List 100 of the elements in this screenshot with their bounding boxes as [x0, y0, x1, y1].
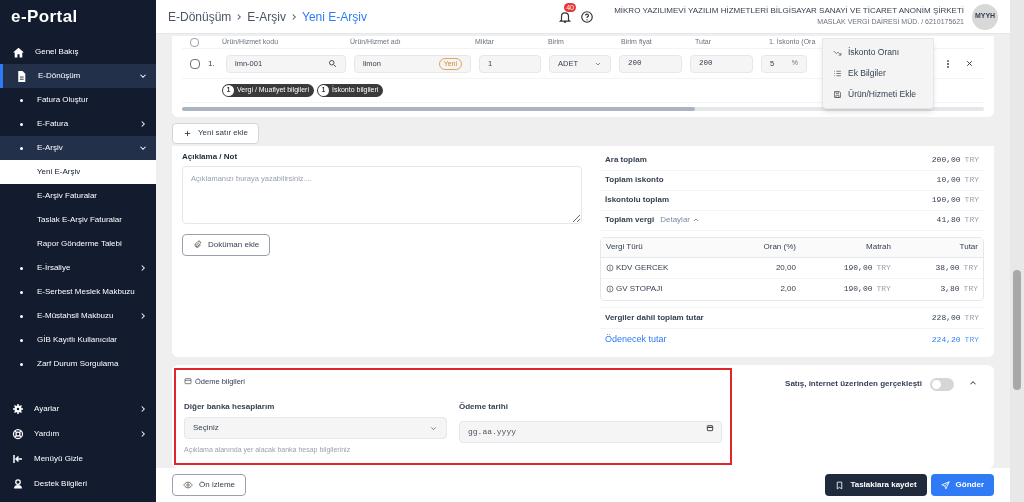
eye-icon [183, 480, 193, 490]
sidebar-item[interactable]: Ayarlar [0, 396, 156, 421]
date-field[interactable]: gg.aa.yyyy [459, 420, 722, 443]
menu-item[interactable]: Ürün/Hizmeti Ekle [823, 84, 933, 105]
bullet-icon [20, 122, 23, 126]
lifebuoy-icon [12, 427, 24, 440]
amount: 38,00 [935, 261, 960, 274]
amount: 190,00 [843, 283, 873, 296]
toggle-switch[interactable] [930, 377, 954, 391]
currency-label: TRY [964, 154, 979, 167]
company-name: MİKRO YAZILIMEVİ YAZILIM HİZMETLERİ BİLGİSAYAR SANAYİ VE TİCARET ANONİM ŞİRKETİ [614, 5, 964, 17]
floppy-icon [833, 90, 842, 99]
bell-icon[interactable] [558, 9, 573, 24]
bullet-icon [20, 146, 23, 150]
list-icon [833, 69, 842, 78]
column-header: Matrah [865, 241, 891, 254]
sidebar-item[interactable]: E-Dönüşüm [0, 64, 156, 88]
gear-icon [12, 402, 24, 415]
amount: 224,20 [931, 333, 961, 346]
total-label: Ara toplam [605, 154, 647, 167]
info-icon[interactable] [606, 263, 614, 272]
amount: 3,80 [940, 283, 960, 296]
sidebar-item[interactable]: Yeni E-Arşiv [0, 160, 156, 184]
info-icon[interactable] [606, 285, 614, 294]
sidebar-item[interactable]: GİB Kayıtlı Kullanıcılar [0, 328, 156, 352]
table-cell-text: 20,00 [774, 261, 796, 274]
currency-label: TRY [876, 283, 891, 296]
calendar-icon [184, 377, 192, 386]
sidebar-item[interactable]: E-Arşiv Faturalar [0, 184, 156, 208]
trend-down-icon [833, 48, 842, 57]
breadcrumb-link[interactable]: E-Dönüşüm [168, 7, 232, 26]
amount: 200,00 [931, 154, 961, 167]
sidebar-item[interactable]: Taslak E-Arşiv Faturalar [0, 208, 156, 232]
sidebar-item[interactable]: Menüyü Gizle [0, 446, 156, 471]
app-logo: e-Portal [10, 6, 79, 29]
bullet-icon [20, 266, 23, 270]
table-cell: GV STOPAJI [616, 283, 663, 296]
checkbox[interactable] [190, 38, 199, 47]
field-label: Ödeme tarihi [459, 401, 509, 413]
help-icon[interactable] [580, 9, 595, 24]
bullet-icon [20, 362, 23, 366]
table-cell-text: 2,00 [779, 283, 796, 296]
bullet-icon [20, 290, 23, 294]
calendar-icon[interactable] [706, 424, 714, 432]
attach-document-button[interactable]: Doküman ekle [182, 233, 271, 256]
add-row-button[interactable]: Yeni satır ekle [172, 123, 259, 144]
column-header: Vergi Türü [606, 241, 644, 254]
arrow-left-bar-icon [12, 452, 24, 465]
sidebar-item[interactable]: Genel Bakış [0, 40, 156, 64]
sidebar-item[interactable]: Zarf Durum Sorgulama [0, 352, 156, 376]
horizontal-scrollbar[interactable] [182, 107, 984, 111]
column-header: Oran (%) [762, 241, 796, 254]
amount: 190,00 [931, 194, 961, 207]
currency-label: TRY [964, 194, 979, 207]
sidebar-item[interactable]: Fatura Oluştur [0, 88, 156, 112]
checkbox[interactable] [190, 58, 200, 69]
close-icon[interactable] [965, 59, 974, 68]
sidebar-item[interactable]: E-Serbest Meslek Makbuzu [0, 280, 156, 304]
home-icon [12, 45, 25, 59]
table-cell: KDV GERCEK [616, 261, 669, 274]
send-icon [940, 480, 950, 490]
sidebar-item[interactable]: E-Arşiv [0, 136, 156, 160]
menu-item[interactable]: Ek Bilgiler [823, 63, 933, 84]
details-link[interactable]: Detaylar [660, 214, 700, 227]
total-label: Toplam vergi [605, 214, 655, 227]
menu-item[interactable]: İskonto Oranı [823, 42, 933, 63]
scrollbar[interactable] [1010, 0, 1024, 502]
currency-label: TRY [964, 333, 979, 346]
sidebar-item[interactable]: Rapor Gönderme Talebi [0, 232, 156, 256]
document-icon [15, 69, 28, 83]
paperclip-icon [193, 240, 202, 250]
total-label: Toplam iskonto [605, 174, 664, 187]
currency-label: TRY [964, 311, 979, 324]
sidebar-item[interactable]: E-Fatura [0, 112, 156, 136]
search-icon[interactable] [328, 59, 337, 68]
breadcrumb-current: Yeni E-Arşiv [302, 8, 367, 26]
sidebar-item[interactable]: Yardım [0, 421, 156, 446]
preview-button[interactable]: Ön izleme [172, 474, 246, 496]
currency-label: TRY [963, 261, 978, 274]
amount: 190,00 [843, 261, 873, 274]
send-button[interactable]: Gönder [930, 474, 994, 496]
amount: 41,80 [936, 214, 961, 227]
note-label: Açıklama / Not [182, 150, 239, 163]
row-number: 1. [208, 57, 216, 70]
bank-select[interactable]: Seçiniz [184, 417, 447, 439]
bullet-icon [20, 338, 23, 342]
sidebar-item[interactable]: Destek Bilgileri [0, 471, 156, 496]
amount: 228,00 [931, 311, 961, 324]
total-label: Vergiler dahil toplam tutar [605, 311, 704, 324]
payable-label: Ödenecek tutar [605, 333, 667, 346]
bookmark-icon [835, 480, 845, 490]
currency-label: TRY [964, 174, 979, 187]
amount: 10,00 [936, 174, 961, 187]
breadcrumb-link[interactable]: E-Arşiv [247, 7, 287, 26]
save-draft-button[interactable]: Taslaklara kaydet [825, 474, 927, 496]
currency-label: TRY [963, 283, 978, 296]
total-label: İskontolu toplam [605, 194, 669, 207]
sidebar-item[interactable]: E-İrsaliye [0, 256, 156, 280]
currency-label: TRY [964, 214, 979, 227]
sidebar-item[interactable]: E-Müstahsil Makbuzu [0, 304, 156, 328]
